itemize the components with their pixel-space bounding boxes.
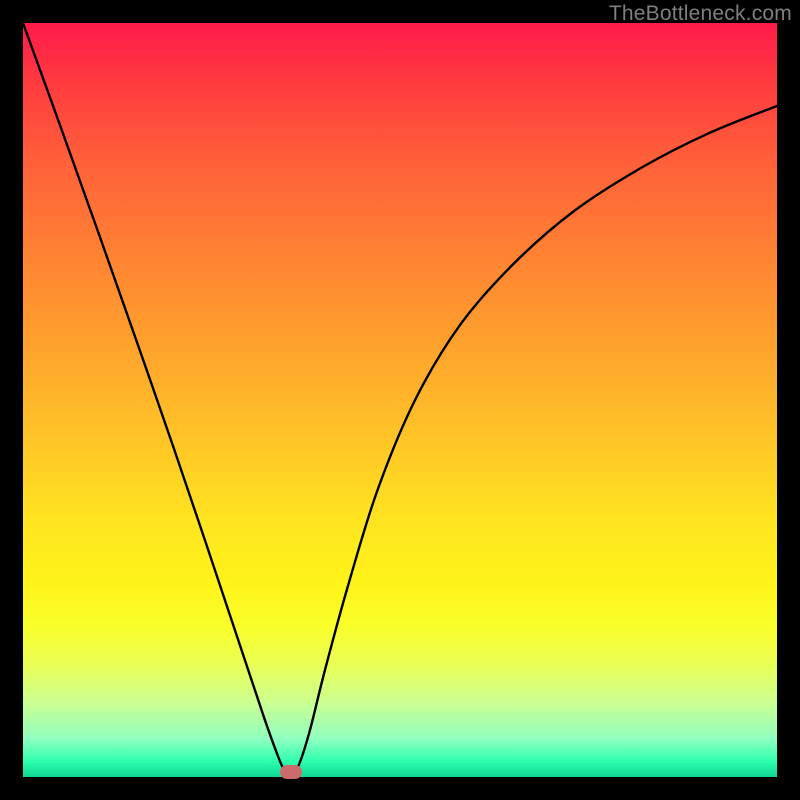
bottleneck-curve — [23, 23, 777, 777]
optimal-point-marker — [280, 765, 302, 779]
watermark-text: TheBottleneck.com — [609, 2, 792, 26]
